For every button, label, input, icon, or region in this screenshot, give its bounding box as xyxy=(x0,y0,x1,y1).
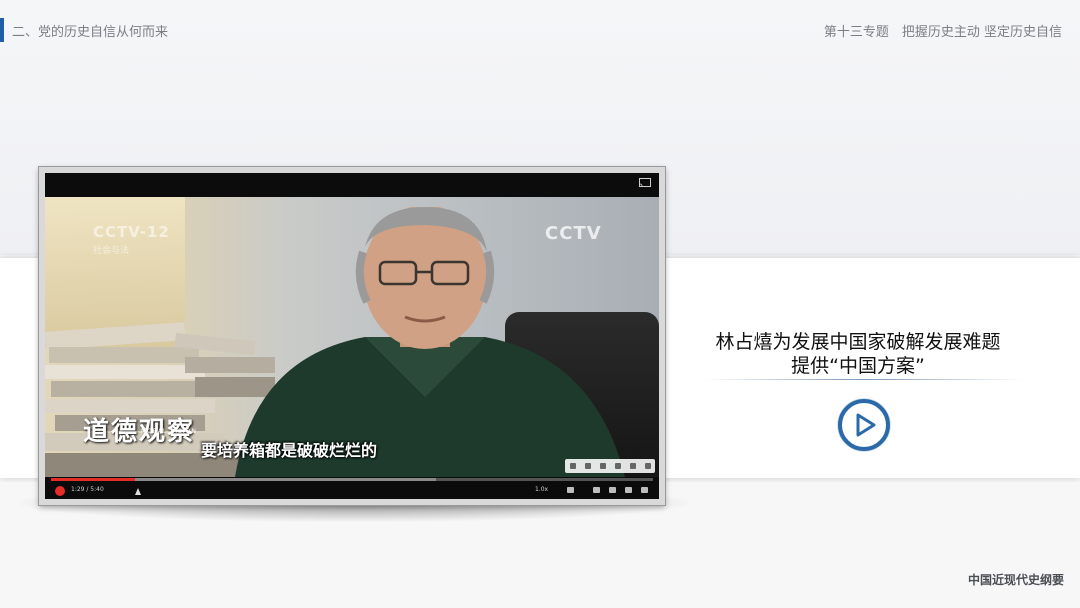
section-title: 二、党的历史自信从何而来 xyxy=(12,25,169,40)
player-topbar xyxy=(45,173,659,197)
more-icon[interactable] xyxy=(644,463,651,469)
video-player[interactable]: CCTV-12 社会与法 CCTV 道德观察 MORAL VISION 要培养箱… xyxy=(45,173,659,499)
program-logo-sub: MORAL VISION xyxy=(141,428,197,435)
video-subtitle: 要培养箱都是破破烂烂的 xyxy=(201,441,378,460)
progress-bar[interactable] xyxy=(51,478,653,481)
video-title-line2: 提供“中国方案” xyxy=(791,355,925,377)
channel-logo-sub: 社会与法 xyxy=(93,246,130,256)
pen-icon[interactable] xyxy=(569,463,576,469)
undo-icon[interactable] xyxy=(614,463,621,469)
video-frame[interactable]: CCTV-12 社会与法 CCTV 道德观察 MORAL VISION 要培养箱… xyxy=(45,197,659,477)
cast-icon[interactable] xyxy=(639,178,651,188)
video-title-line1: 林占熺为发展中国家破解发展难题 xyxy=(715,331,1001,353)
play-pause-icon[interactable] xyxy=(55,486,65,496)
eraser-icon[interactable] xyxy=(599,463,606,469)
player-controls: 1:29 / 5:40 1.0x xyxy=(45,477,659,499)
fullscreen-icon[interactable] xyxy=(641,487,648,493)
video-title: 林占熺为发展中国家破解发展难题 提供“中国方案” xyxy=(688,330,1028,378)
play-icon[interactable] xyxy=(837,398,891,452)
course-name: 中国近现代史纲要 xyxy=(967,573,1064,587)
channel-logo: CCTV-12 xyxy=(93,223,170,241)
topic-title: 第十三专题 把握历史主动 坚定历史自信 xyxy=(823,25,1062,40)
clear-icon[interactable] xyxy=(629,463,636,469)
cctv-watermark: CCTV xyxy=(545,223,602,244)
captions-icon[interactable] xyxy=(567,487,574,493)
progress-played xyxy=(51,478,136,481)
miniplayer-icon[interactable] xyxy=(625,487,632,493)
annotation-toolbar[interactable] xyxy=(565,459,655,473)
title-divider xyxy=(705,379,1023,380)
speed-button[interactable]: 1.0x xyxy=(535,486,548,493)
time-display: 1:29 / 5:40 xyxy=(71,486,104,493)
volume-icon[interactable] xyxy=(609,487,616,493)
mouse-cursor-icon xyxy=(135,488,141,495)
settings-icon[interactable] xyxy=(593,487,600,493)
section-accent-bar xyxy=(0,18,4,42)
highlighter-icon[interactable] xyxy=(584,463,591,469)
